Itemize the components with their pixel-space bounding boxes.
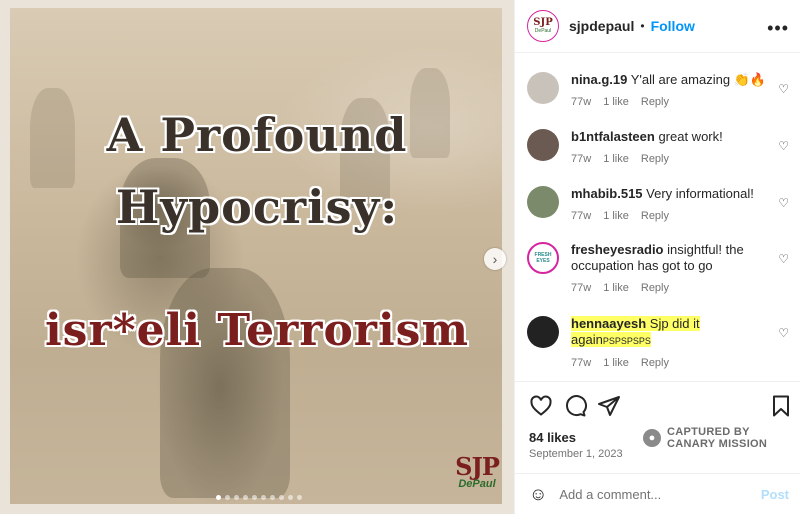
carousel-dot — [288, 495, 293, 500]
comment-age[interactable]: 77w — [571, 280, 591, 296]
comment-age[interactable]: 77w — [571, 355, 591, 371]
poster-title-line2: Hypocrisy: — [115, 180, 399, 234]
avatar[interactable] — [527, 316, 559, 348]
share-icon[interactable] — [597, 394, 621, 418]
canary-mission-watermark: ● CAPTURED BY CANARY MISSION — [643, 426, 767, 450]
carousel-dot — [243, 495, 248, 500]
comment-likes[interactable]: 1 like — [603, 208, 629, 224]
carousel-dots — [216, 495, 302, 500]
comment-icon[interactable] — [563, 394, 587, 418]
comment-likes[interactable]: 1 like — [603, 151, 629, 167]
post-media: A Profound Hypocrisy: isr*eli Terrorism … — [0, 0, 514, 514]
post-image[interactable] — [10, 8, 502, 504]
avatar[interactable] — [527, 72, 559, 104]
avatar[interactable]: SJP DePaul — [527, 10, 559, 42]
reply-button[interactable]: Reply — [641, 355, 669, 371]
heart-icon[interactable]: ♡ — [778, 82, 789, 96]
likes-count[interactable]: 84 likes — [529, 430, 576, 445]
post-date[interactable]: September 1, 2023 — [529, 448, 623, 460]
add-comment-bar: ☺ Post — [515, 473, 800, 514]
carousel-dot — [261, 495, 266, 500]
carousel-dot — [234, 495, 239, 500]
comment-likes[interactable]: 1 like — [603, 355, 629, 371]
comment-likes[interactable]: 1 like — [603, 94, 629, 110]
post-header: SJP DePaul sjpdepaul • Follow ••• — [515, 0, 800, 53]
emoji-icon[interactable]: ☺ — [529, 484, 547, 505]
comment-text: great work! — [658, 129, 723, 144]
canary-icon: ● — [643, 429, 661, 447]
avatar[interactable] — [527, 186, 559, 218]
heart-icon[interactable]: ♡ — [778, 252, 789, 266]
comment-likes[interactable]: 1 like — [603, 280, 629, 296]
chevron-right-icon: › — [492, 251, 498, 267]
highlighted-comment: hennaayesh Sjp did it againPSPSPSPS — [571, 316, 700, 347]
reply-button[interactable]: Reply — [641, 94, 669, 110]
comment-age[interactable]: 77w — [571, 94, 591, 110]
heart-icon[interactable]: ♡ — [778, 196, 789, 210]
comment-age[interactable]: 77w — [571, 151, 591, 167]
comment-username[interactable]: mhabib.515 — [571, 186, 643, 201]
comment-username[interactable]: b1ntfalasteen — [571, 129, 655, 144]
heart-icon[interactable]: ♡ — [778, 326, 789, 340]
background-figure — [160, 268, 290, 498]
comment-text-small: PSPSPSPS — [602, 336, 651, 346]
carousel-dot — [216, 495, 221, 500]
more-options-icon[interactable]: ••• — [767, 18, 789, 39]
post-comment-button[interactable]: Post — [761, 487, 789, 502]
post-actions: 84 likes September 1, 2023 ● CAPTURED BY… — [515, 381, 800, 481]
carousel-dot — [252, 495, 257, 500]
comment-username[interactable]: nina.g.19 — [571, 72, 627, 87]
comment-username[interactable]: fresheyesradio — [571, 242, 664, 257]
carousel-dot — [279, 495, 284, 500]
comment-username[interactable]: hennaayesh — [571, 316, 646, 331]
follow-button[interactable]: Follow — [651, 18, 695, 34]
separator-dot: • — [640, 19, 645, 33]
comment-text: Y'all are amazing 👏🔥 — [630, 72, 767, 87]
comment-text: Very informational! — [646, 186, 754, 201]
heart-icon[interactable] — [529, 394, 553, 418]
heart-icon[interactable]: ♡ — [778, 139, 789, 153]
username-link[interactable]: sjpdepaul — [569, 18, 634, 34]
avatar[interactable] — [527, 129, 559, 161]
carousel-next-button[interactable]: › — [484, 248, 506, 270]
comments-list[interactable]: nina.g.19 Y'all are amazing 👏🔥 77w 1 lik… — [515, 54, 800, 380]
sjp-depaul-logo: SJP DePaul — [455, 452, 500, 491]
comment-input[interactable] — [559, 486, 740, 502]
reply-button[interactable]: Reply — [641, 208, 669, 224]
carousel-dot — [270, 495, 275, 500]
poster-title-line3: isr*eli Terrorism — [44, 305, 470, 356]
bookmark-icon[interactable] — [769, 394, 793, 418]
avatar[interactable]: FRESH EYES — [527, 242, 559, 274]
reply-button[interactable]: Reply — [641, 280, 669, 296]
post-sidebar: SJP DePaul sjpdepaul • Follow ••• nina.g… — [514, 0, 800, 514]
reply-button[interactable]: Reply — [641, 151, 669, 167]
carousel-dot — [225, 495, 230, 500]
poster-title-line1: A Profound — [106, 108, 408, 162]
carousel-dot — [297, 495, 302, 500]
comment-age[interactable]: 77w — [571, 208, 591, 224]
